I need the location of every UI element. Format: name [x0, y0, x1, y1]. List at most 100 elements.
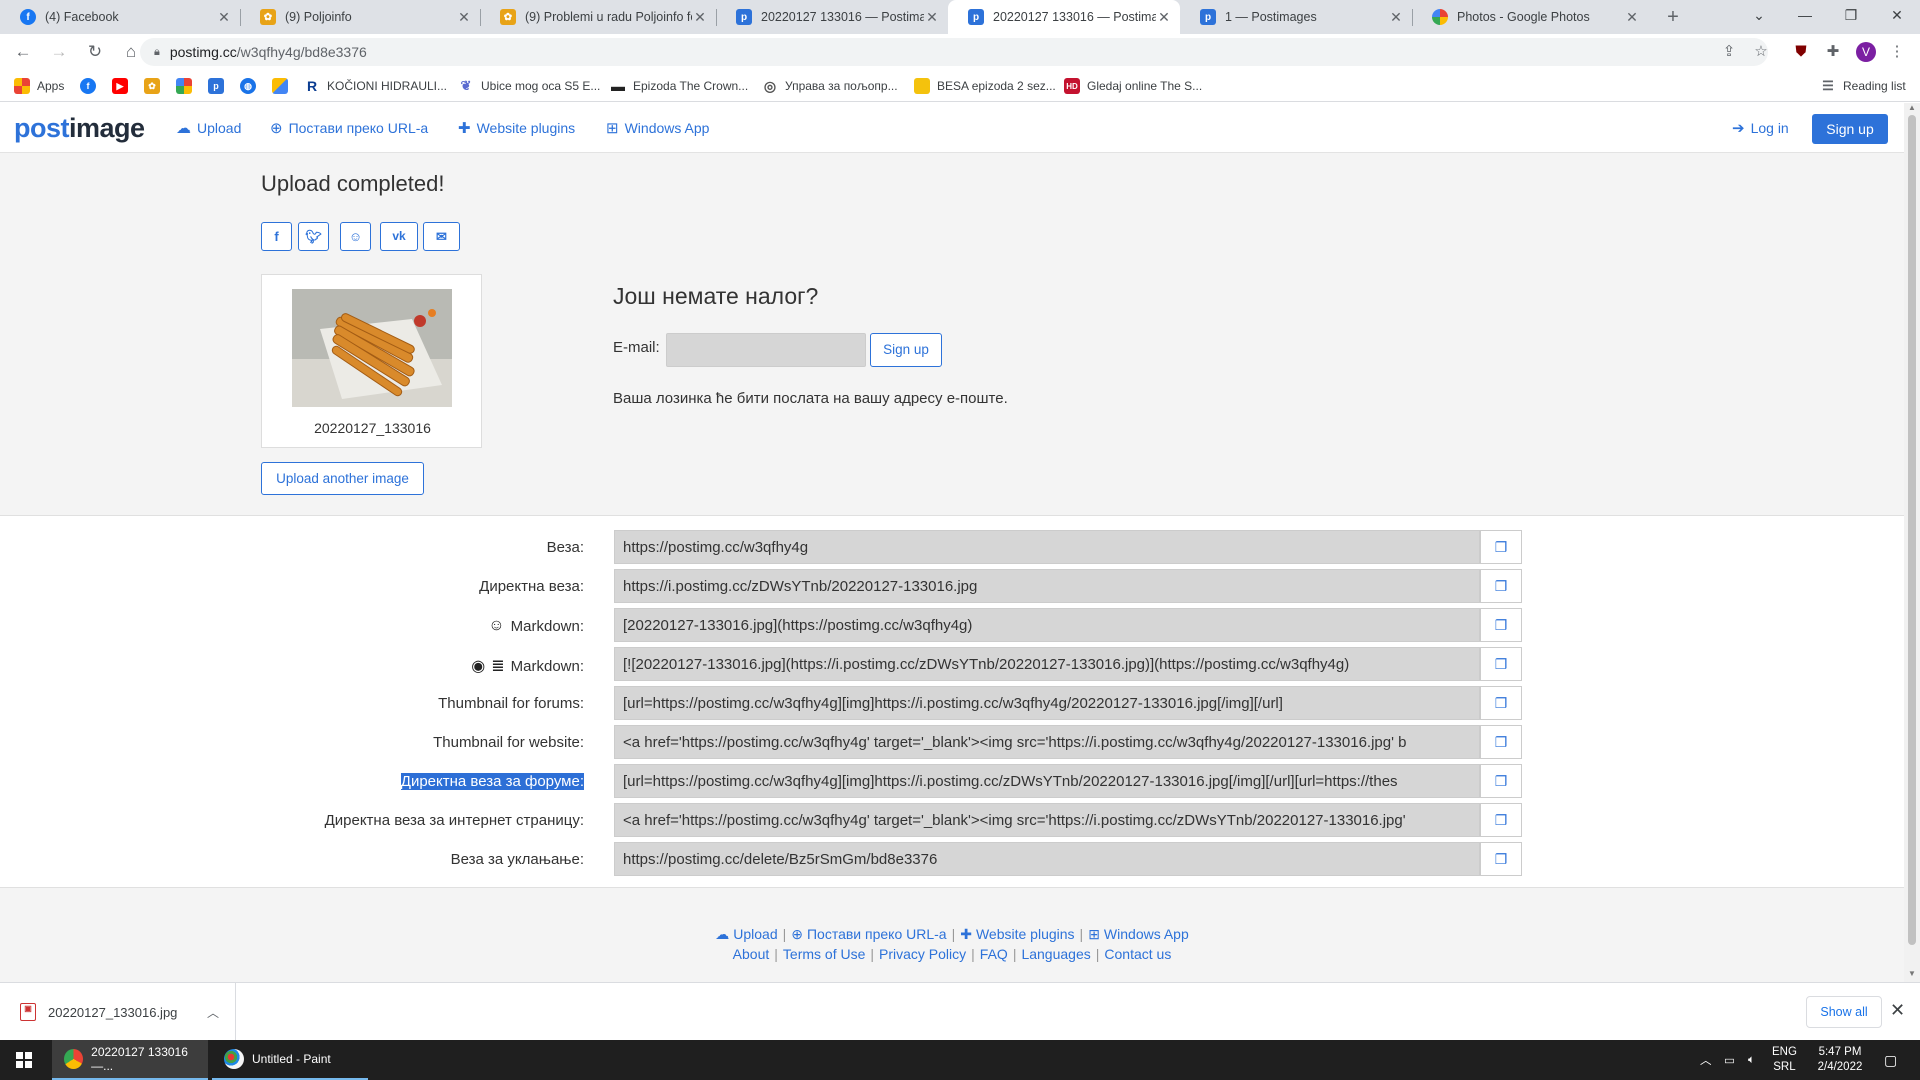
- minimize-icon[interactable]: —: [1782, 0, 1828, 34]
- bookmark-globe[interactable]: ◍: [240, 77, 263, 95]
- page-scrollbar[interactable]: ▲ ▼: [1904, 103, 1920, 982]
- footer-faq-link[interactable]: FAQ: [980, 946, 1008, 962]
- copy-icon[interactable]: ❐: [1480, 608, 1522, 642]
- bookmark-uprava[interactable]: ◎ Управа за пољопр...: [762, 77, 898, 95]
- footer-privacy-link[interactable]: Privacy Policy: [879, 946, 966, 962]
- chevron-up-icon[interactable]: ︿: [207, 1004, 219, 1021]
- link-field[interactable]: https://postimg.cc/w3qfhy4g: [614, 530, 1480, 564]
- footer-windows-link[interactable]: Windows App: [1104, 926, 1189, 942]
- link-field[interactable]: [url=https://postimg.cc/w3qfhy4g][img]ht…: [614, 686, 1480, 720]
- facebook-share-icon[interactable]: f: [261, 222, 292, 251]
- scroll-up-icon[interactable]: ▲: [1908, 103, 1916, 112]
- bookmark-gledaj[interactable]: HD Gledaj online The S...: [1064, 77, 1202, 95]
- bookmark-google-ads[interactable]: [272, 77, 295, 95]
- close-window-icon[interactable]: ✕: [1874, 0, 1920, 34]
- tab-close-icon[interactable]: ✕: [924, 9, 940, 26]
- tab-facebook[interactable]: f (4) Facebook ✕: [0, 0, 240, 34]
- link-field[interactable]: https://postimg.cc/delete/Bz5rSmGm/bd8e3…: [614, 842, 1480, 876]
- bookmark-facebook[interactable]: f: [80, 77, 103, 95]
- tab-close-icon[interactable]: ✕: [456, 9, 472, 26]
- download-item[interactable]: ▣ 20220127_133016.jpg ︿: [0, 983, 236, 1041]
- tab-google-photos[interactable]: Photos - Google Photos ✕: [1412, 0, 1648, 34]
- copy-icon[interactable]: ❐: [1480, 686, 1522, 720]
- copy-icon[interactable]: ❐: [1480, 569, 1522, 603]
- link-field[interactable]: <a href='https://postimg.cc/w3qfhy4g' ta…: [614, 803, 1480, 837]
- bookmark-postimages[interactable]: p: [208, 77, 231, 95]
- footer-about-link[interactable]: About: [733, 946, 770, 962]
- new-tab-icon[interactable]: +: [1660, 4, 1686, 30]
- tab-search-icon[interactable]: ⌄: [1736, 0, 1782, 34]
- tab-poljoinfo[interactable]: ✿ (9) Poljoinfo ✕: [240, 0, 480, 34]
- nav-upload-by-url[interactable]: ⊕ Постави преко URL-a: [270, 119, 428, 137]
- footer-url-link[interactable]: Постави преко URL-a: [807, 926, 947, 942]
- nav-windows-app[interactable]: ⊞ Windows App: [606, 119, 709, 137]
- link-field[interactable]: [![20220127-133016.jpg](https://i.postim…: [614, 647, 1480, 681]
- tab-close-icon[interactable]: ✕: [1388, 9, 1404, 26]
- uploaded-image-thumbnail[interactable]: [292, 289, 452, 407]
- lock-icon[interactable]: 🔒︎: [154, 46, 160, 59]
- postimage-logo[interactable]: postimage: [14, 113, 145, 144]
- link-field[interactable]: [url=https://postimg.cc/w3qfhy4g][img]ht…: [614, 764, 1480, 798]
- footer-terms-link[interactable]: Terms of Use: [783, 946, 865, 962]
- twitter-share-icon[interactable]: 🐦︎: [298, 222, 329, 251]
- tab-poljoinfo-forum[interactable]: ✿ (9) Problemi u radu Poljoinfo foru ✕: [480, 0, 716, 34]
- ublock-icon[interactable]: ⛊: [1792, 43, 1810, 61]
- footer-languages-link[interactable]: Languages: [1021, 946, 1090, 962]
- tab-close-icon[interactable]: ✕: [216, 9, 232, 26]
- taskbar-app-chrome[interactable]: 20220127 133016 —...: [52, 1040, 208, 1080]
- footer-plugins-link[interactable]: Website plugins: [976, 926, 1075, 942]
- clock[interactable]: 5:47 PM 2/4/2022: [1808, 1040, 1872, 1080]
- reddit-share-icon[interactable]: ☺: [340, 222, 371, 251]
- upload-another-button[interactable]: Upload another image: [261, 462, 424, 495]
- address-bar[interactable]: 🔒︎ postimg.cc/w3qfhy4g/bd8e3376: [140, 38, 1768, 66]
- email-signup-button[interactable]: Sign up: [870, 333, 942, 367]
- input-language[interactable]: ENG SRL: [1772, 1040, 1797, 1080]
- network-icon[interactable]: ▭: [1724, 1040, 1735, 1080]
- bookmark-star-icon[interactable]: ☆: [1752, 43, 1770, 61]
- footer-upload-link[interactable]: Upload: [733, 926, 777, 942]
- windows-start-icon[interactable]: [0, 1040, 48, 1080]
- tray-chevron-up-icon[interactable]: ︿: [1700, 1040, 1712, 1080]
- bookmark-poljoinfo[interactable]: ✿: [144, 77, 167, 95]
- bookmark-the-crown[interactable]: ▬ Epizoda The Crown...: [610, 77, 748, 95]
- close-icon[interactable]: ✕: [1890, 1000, 1905, 1021]
- vk-share-icon[interactable]: vk: [380, 222, 418, 251]
- share-icon[interactable]: ⇪: [1720, 43, 1738, 61]
- tab-close-icon[interactable]: ✕: [1156, 9, 1172, 26]
- tab-postimages-active[interactable]: p 20220127 133016 — Postimages ✕: [948, 0, 1180, 34]
- menu-kebab-icon[interactable]: ⋮: [1888, 43, 1906, 61]
- tab-postimages-1[interactable]: p 20220127 133016 — Postimages ✕: [716, 0, 948, 34]
- bookmark-ubice[interactable]: ❦ Ubice mog oca S5 E...: [458, 77, 600, 95]
- copy-icon[interactable]: ❐: [1480, 803, 1522, 837]
- show-all-button[interactable]: Show all: [1806, 996, 1882, 1028]
- tab-postimages-2[interactable]: p 1 — Postimages ✕: [1180, 0, 1412, 34]
- email-share-icon[interactable]: ✉: [423, 222, 460, 251]
- link-field[interactable]: https://i.postimg.cc/zDWsYTnb/20220127-1…: [614, 569, 1480, 603]
- volume-icon[interactable]: 🔈︎: [1748, 1040, 1755, 1080]
- link-field[interactable]: [20220127-133016.jpg](https://postimg.cc…: [614, 608, 1480, 642]
- reload-icon[interactable]: ↻: [82, 39, 108, 65]
- tab-close-icon[interactable]: ✕: [692, 9, 708, 26]
- link-field[interactable]: <a href='https://postimg.cc/w3qfhy4g' ta…: [614, 725, 1480, 759]
- bookmark-pinwheel[interactable]: [176, 77, 199, 95]
- signup-button[interactable]: Sign up: [1812, 114, 1888, 144]
- login-link[interactable]: ➔ Log in: [1732, 119, 1789, 137]
- restore-icon[interactable]: ❐: [1828, 0, 1874, 34]
- copy-icon[interactable]: ❐: [1480, 764, 1522, 798]
- copy-icon[interactable]: ❐: [1480, 530, 1522, 564]
- tab-close-icon[interactable]: ✕: [1624, 9, 1640, 26]
- copy-icon[interactable]: ❐: [1480, 647, 1522, 681]
- profile-avatar[interactable]: V: [1856, 42, 1876, 62]
- bookmark-besa[interactable]: BESA epizoda 2 sez...: [914, 77, 1056, 95]
- bookmark-youtube[interactable]: ▶: [112, 77, 135, 95]
- forward-icon[interactable]: →: [46, 39, 72, 65]
- taskbar-app-paint[interactable]: Untitled - Paint: [212, 1040, 368, 1080]
- bookmark-kocioni[interactable]: R KOČIONI HIDRAULI...: [304, 77, 447, 95]
- notifications-icon[interactable]: ▢: [1884, 1040, 1897, 1080]
- copy-icon[interactable]: ❐: [1480, 725, 1522, 759]
- scroll-down-icon[interactable]: ▼: [1908, 969, 1916, 978]
- reading-list-button[interactable]: ☰ Reading list: [1820, 77, 1906, 95]
- back-icon[interactable]: ←: [10, 39, 36, 65]
- footer-contact-link[interactable]: Contact us: [1104, 946, 1171, 962]
- extensions-puzzle-icon[interactable]: ✚: [1824, 43, 1842, 61]
